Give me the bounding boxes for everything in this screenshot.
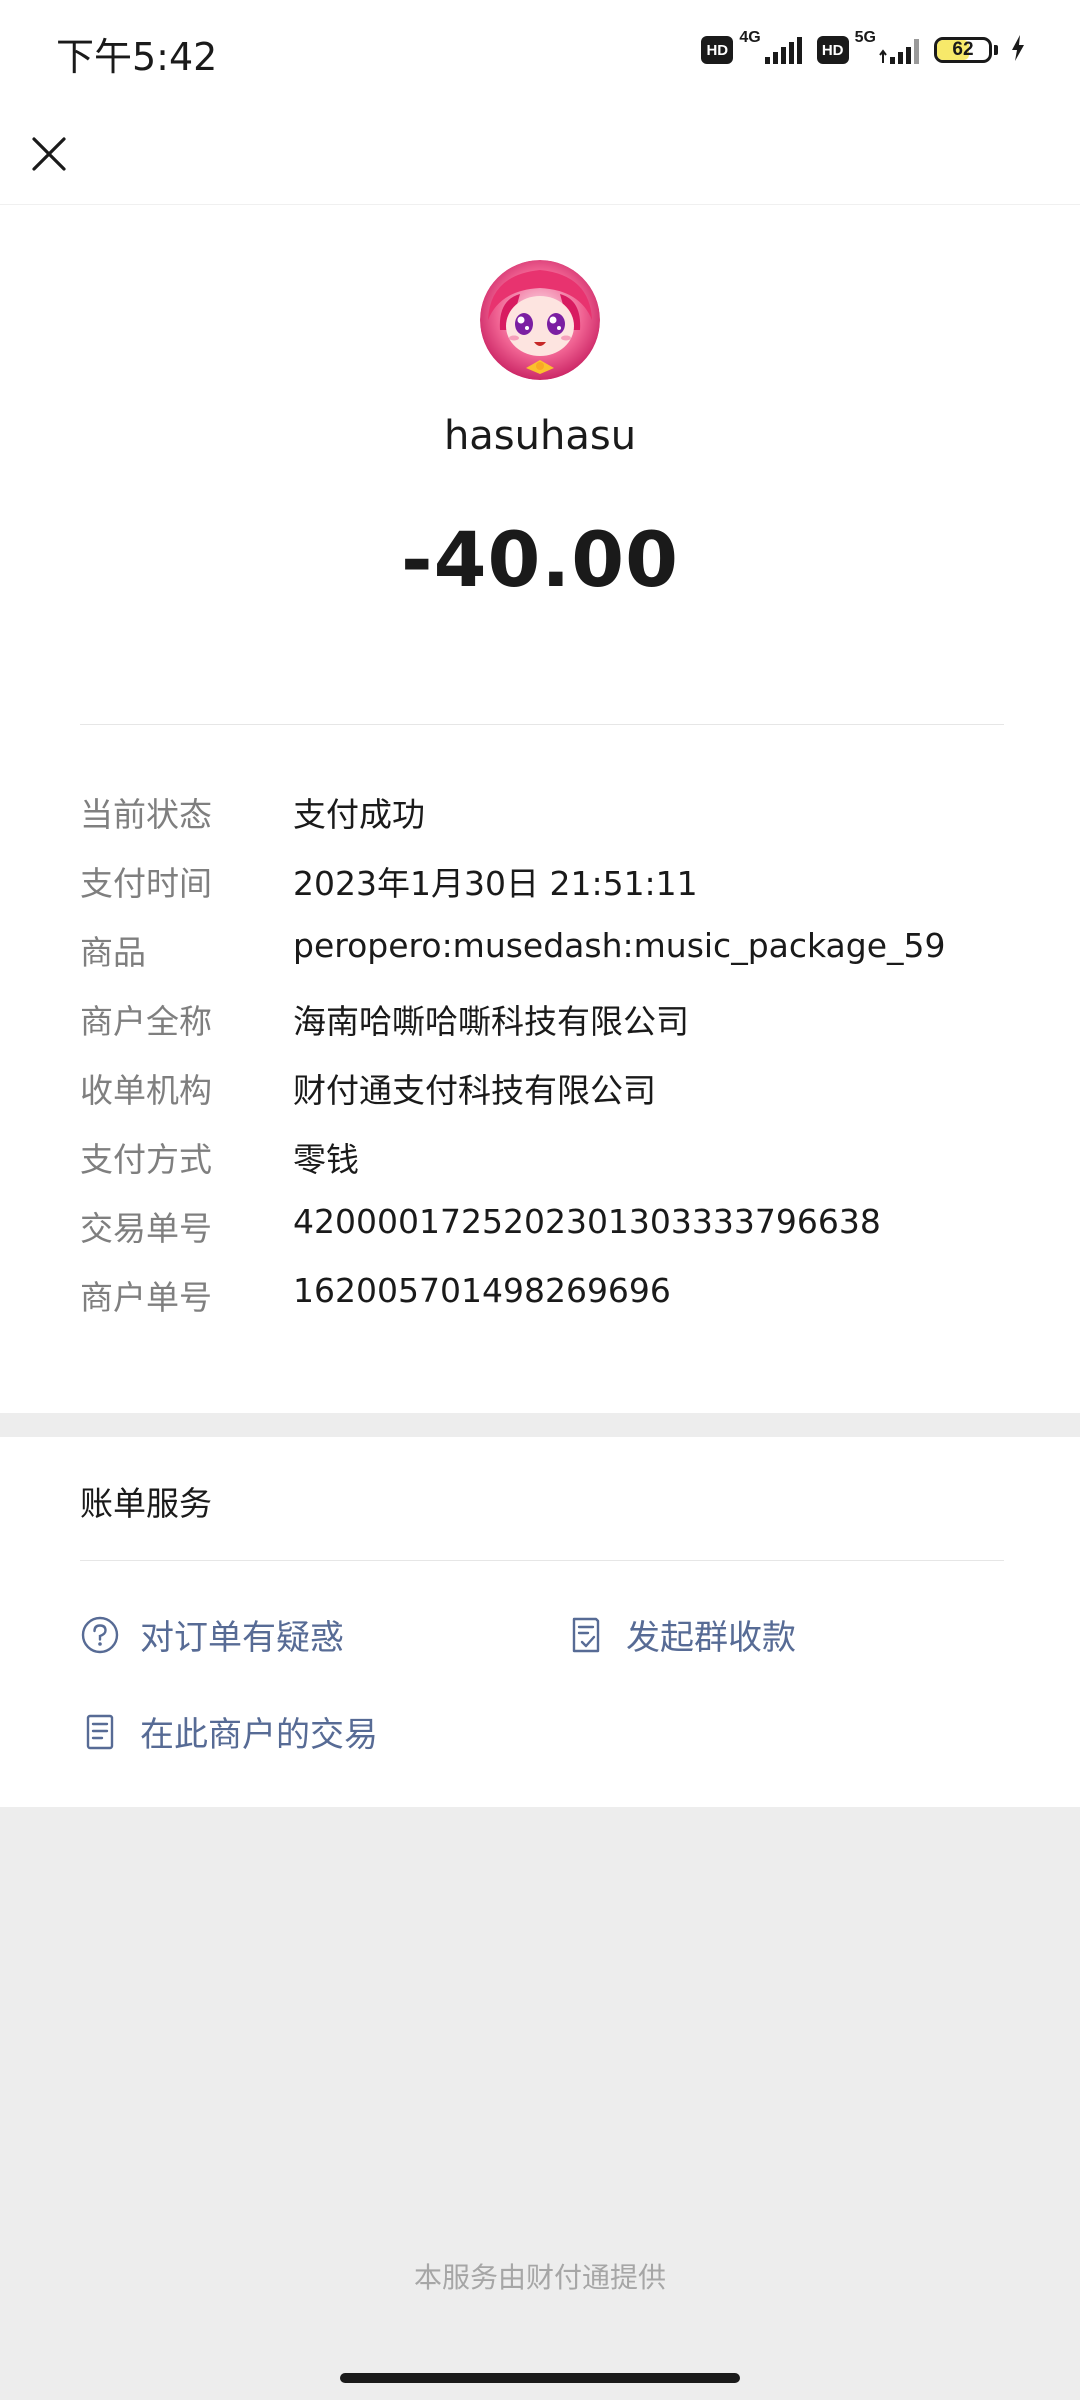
detail-value: 2023年1月30日 21:51:11 [293,864,698,903]
services-title: 账单服务 [80,1484,212,1523]
detail-row-acquirer: 收单机构 财付通支付科技有限公司 [80,1064,1040,1133]
payment-detail-card: hasuhasu -40.00 当前状态 支付成功 支付时间 2023年1月30… [0,205,1080,1413]
charging-bolt-icon [1010,34,1026,66]
hd-icon: HD [816,36,849,64]
detail-row-pay-method: 支付方式 零钱 [80,1133,1040,1202]
detail-value: 支付成功 [293,795,425,834]
detail-value: 海南哈嘶哈嘶科技有限公司 [293,1002,689,1041]
order-question-link[interactable]: 对订单有疑惑 [80,1610,344,1659]
payment-details-list: 当前状态 支付成功 支付时间 2023年1月30日 21:51:11 商品 pe… [80,788,1040,1340]
detail-row-merchant-name: 商户全称 海南哈嘶哈嘶科技有限公司 [80,995,1040,1064]
detail-label: 商品 [80,933,146,972]
detail-value[interactable]: 4200001725202301303333796638 [293,1202,881,1241]
group-collect-link[interactable]: 发起群收款 [566,1610,796,1659]
payee-name: hasuhasu [443,413,637,459]
merchant-transactions-link[interactable]: 在此商户的交易 [80,1707,378,1756]
divider [80,1560,1004,1561]
payment-amount: -40.00 [401,515,679,604]
detail-row-status: 当前状态 支付成功 [80,788,1040,857]
question-circle-icon [80,1615,120,1655]
battery-icon: 62 [934,37,998,63]
detail-label: 收单机构 [80,1071,212,1110]
detail-value[interactable]: 162005701498269696 [293,1271,671,1310]
detail-value: 零钱 [293,1140,359,1179]
merchant-avatar[interactable] [480,260,600,380]
screen: 下午5:42 HD 4G HD 5G 62 hasuhasu -40.00 当前… [0,0,1080,2400]
detail-value: 财付通支付科技有限公司 [293,1071,656,1110]
detail-row-pay-time: 支付时间 2023年1月30日 21:51:11 [80,857,1040,926]
signal-strength-icon [878,35,922,65]
battery-body: 62 [934,37,992,63]
detail-row-merchant-order-id: 商户单号 162005701498269696 [80,1271,1040,1340]
billing-services-card: 账单服务 对订单有疑惑 发起群收款 在此商户的交易 [0,1437,1080,1807]
network-type-4g: 4G [739,29,761,46]
detail-row-transaction-id: 交易单号 4200001725202301303333796638 [80,1202,1040,1271]
status-indicators: HD 4G HD 5G 62 [701,29,1026,66]
detail-label: 支付方式 [80,1140,212,1179]
detail-label: 交易单号 [80,1209,212,1248]
close-icon [32,137,66,171]
top-nav-bar [0,110,1080,205]
signal-strength-icon [763,35,803,65]
detail-label: 支付时间 [80,864,212,903]
detail-label: 商户单号 [80,1278,212,1317]
order-question-label: 对订单有疑惑 [140,1618,344,1658]
merchant-transactions-label: 在此商户的交易 [140,1715,378,1755]
status-time: 下午5:42 [56,35,218,79]
detail-label: 当前状态 [80,795,212,834]
network-type-5g: 5G [854,29,876,46]
group-collect-label: 发起群收款 [626,1618,796,1658]
home-indicator[interactable] [340,2373,740,2383]
status-bar: 下午5:42 HD 4G HD 5G 62 [0,0,1080,110]
close-button[interactable] [24,124,74,184]
hd-icon: HD [701,36,734,64]
detail-row-product: 商品 peropero:musedash:music_package_59 [80,926,1040,995]
detail-label: 商户全称 [80,1002,212,1041]
document-list-icon [80,1712,120,1752]
service-provider-credit: 本服务由财付通提供 [413,2261,666,2294]
divider [80,724,1004,725]
detail-value: peropero:musedash:music_package_59 [293,926,946,965]
battery-tip [994,45,998,55]
battery-percent: 62 [952,39,974,60]
group-collect-icon [566,1615,606,1655]
